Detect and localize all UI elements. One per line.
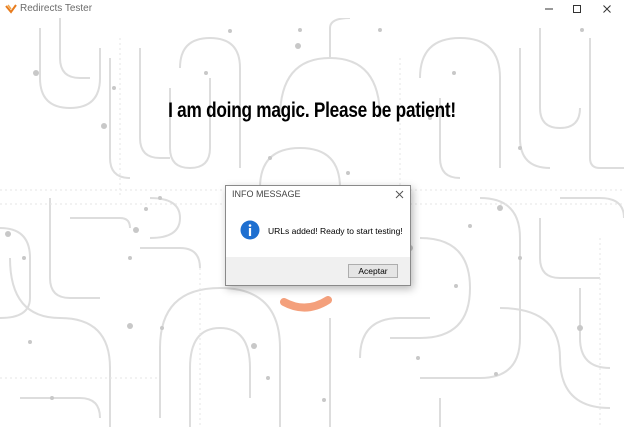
close-window-button[interactable] [592,0,622,18]
minimize-icon [545,8,553,10]
maximize-icon [573,5,581,13]
dialog-message: URLs added! Ready to start testing! [268,226,403,236]
window-title: Redirects Tester [20,3,93,14]
minimize-button[interactable] [534,0,564,18]
accept-button[interactable]: Aceptar [348,264,398,278]
dialog-title: INFO MESSAGE [232,189,301,199]
app-window: Redirects Tester I am doing magic. Pleas… [0,0,624,427]
smile-graphic [280,296,332,312]
dialog-close-icon[interactable] [394,189,405,200]
app-logo-icon [5,4,17,14]
maximize-button[interactable] [562,0,592,18]
title-bar[interactable]: Redirects Tester [0,0,624,18]
info-message-dialog: INFO MESSAGE URLs added! Ready to start … [225,185,411,286]
dialog-footer: Aceptar [226,257,410,285]
close-icon [603,5,611,13]
progress-headline: I am doing magic. Please be patient! [168,99,456,122]
info-icon [240,220,260,240]
